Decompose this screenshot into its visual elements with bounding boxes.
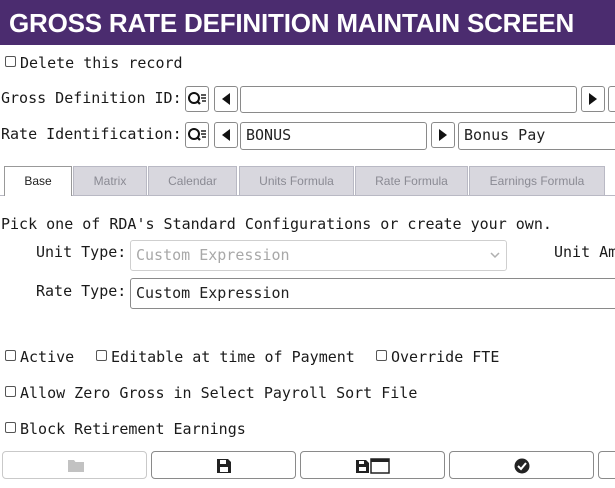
more-button[interactable]: [598, 451, 615, 479]
editable-label: Editable at time of Payment: [111, 348, 355, 366]
save-icon: [217, 459, 231, 473]
open-button[interactable]: [2, 451, 147, 479]
active-label: Active: [20, 348, 75, 366]
rate-type-select[interactable]: Custom Expression: [130, 278, 615, 309]
rate-identification-label: Rate Identification:: [1, 125, 182, 143]
title-bar: GROSS RATE DEFINITION MAINTAIN SCREEN: [0, 0, 615, 45]
override-fte-checkbox[interactable]: [376, 350, 387, 361]
active-checkbox[interactable]: [5, 350, 16, 361]
rate-description-input[interactable]: Bonus Pay: [458, 122, 615, 150]
editable-checkbox[interactable]: [96, 350, 107, 361]
unit-type-select[interactable]: Custom Expression: [130, 240, 507, 271]
allow-zero-gross-checkbox[interactable]: [5, 386, 16, 397]
allow-zero-gross-label: Allow Zero Gross in Select Payroll Sort …: [20, 384, 418, 402]
tab-bar-line: [0, 195, 615, 196]
triangle-right-icon: [439, 129, 447, 141]
override-fte-label: Override FTE: [391, 348, 500, 366]
delete-record-checkbox[interactable]: [5, 56, 16, 67]
triangle-right-icon: [589, 93, 597, 105]
save-new-icon: [356, 458, 390, 474]
rate-type-label: Rate Type:: [36, 282, 127, 300]
search-list-icon: [188, 92, 206, 105]
tab-rate-formula[interactable]: Rate Formula: [355, 166, 468, 195]
tab-earnings-formula[interactable]: Earnings Formula: [469, 166, 605, 195]
save-new-button[interactable]: [300, 451, 445, 479]
rate-identification-input[interactable]: BONUS: [240, 122, 427, 150]
unit-type-value: Custom Expression: [136, 246, 290, 264]
search-list-icon: [188, 128, 206, 141]
triangle-left-icon: [222, 129, 230, 141]
save-button[interactable]: [151, 451, 296, 479]
unit-amount-label: Unit Am: [554, 243, 615, 261]
folder-icon: [68, 460, 84, 472]
gross-definition-label: Gross Definition ID:: [1, 89, 182, 107]
gross-definition-description-input[interactable]: [608, 86, 615, 112]
gross-definition-lookup-button[interactable]: [185, 86, 209, 112]
chevron-down-icon: [490, 252, 500, 259]
rate-identification-next-button[interactable]: [431, 122, 455, 148]
check-circle-icon: [514, 458, 530, 474]
gross-definition-input[interactable]: [240, 86, 577, 113]
gross-definition-prev-button[interactable]: [214, 86, 238, 112]
confirm-button[interactable]: [449, 451, 594, 479]
intro-text: Pick one of RDA's Standard Configuration…: [1, 215, 552, 233]
unit-type-label: Unit Type:: [36, 243, 127, 261]
tab-calendar[interactable]: Calendar: [148, 166, 237, 195]
block-retirement-checkbox[interactable]: [5, 422, 16, 433]
tab-base[interactable]: Base: [4, 166, 72, 196]
gross-definition-next-button[interactable]: [581, 86, 605, 112]
page-title: GROSS RATE DEFINITION MAINTAIN SCREEN: [9, 8, 575, 38]
tab-units-formula[interactable]: Units Formula: [239, 166, 354, 195]
delete-record-label: Delete this record: [20, 54, 183, 72]
tab-matrix[interactable]: Matrix: [73, 166, 147, 195]
rate-identification-lookup-button[interactable]: [185, 122, 209, 148]
rate-identification-prev-button[interactable]: [214, 122, 238, 148]
block-retirement-label: Block Retirement Earnings: [20, 420, 246, 438]
triangle-left-icon: [222, 93, 230, 105]
